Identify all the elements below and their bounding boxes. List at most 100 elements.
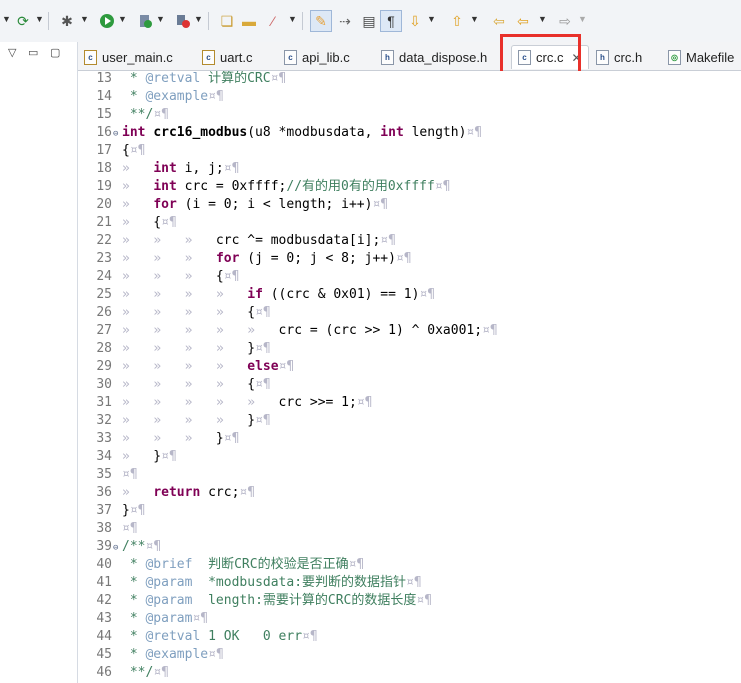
code-text: * @param length:需要计算的CRC的数据长度¤¶ [122, 593, 433, 608]
up-arrow-icon[interactable]: ⇧ [446, 10, 468, 32]
code-line[interactable]: 21 » {¤¶ [78, 214, 741, 232]
line-number: 40 [96, 557, 112, 572]
fold-toggle-icon[interactable]: ⊖ [113, 539, 118, 557]
back-icon[interactable]: ⇦ [512, 10, 534, 32]
play-icon[interactable] [96, 10, 118, 32]
code-line[interactable]: 42 * @param length:需要计算的CRC的数据长度¤¶ [78, 592, 741, 610]
show-whitespace-icon[interactable]: ¶ [380, 10, 402, 32]
line-number: 24 [96, 269, 112, 284]
code-text: » {¤¶ [122, 215, 177, 230]
tab-uart-c[interactable]: c uart.c [202, 45, 253, 69]
code-text: » » » » » crc = (crc >> 1) ^ 0xa001;¤¶ [122, 323, 498, 338]
tab-makefile[interactable]: ◎ Makefile [668, 45, 734, 69]
code-text: » » » » » crc >>= 1;¤¶ [122, 395, 373, 410]
open-folder-icon[interactable]: ❏ [216, 10, 238, 32]
toolbar-separator [208, 12, 209, 30]
tab-api-lib-c[interactable]: c api_lib.c [284, 45, 350, 69]
code-line[interactable]: 31 » » » » » crc >>= 1;¤¶ [78, 394, 741, 412]
h-file-icon: h [381, 49, 394, 65]
down-arrow-icon[interactable]: ⇩ [404, 10, 426, 32]
code-line[interactable]: 25 » » » » if ((crc & 0x01) == 1)¤¶ [78, 286, 741, 304]
fold-toggle-icon[interactable]: ⊖ [113, 125, 118, 143]
code-line[interactable]: 24 » » » {¤¶ [78, 268, 741, 286]
code-text: » » » for (j = 0; j < 8; j++)¤¶ [122, 251, 412, 266]
code-line[interactable]: 40 * @brief 判断CRC的校验是否正确¤¶ [78, 556, 741, 574]
code-line[interactable]: 20 » for (i = 0; i < length; i++)¤¶ [78, 196, 741, 214]
view-menu-icon[interactable]: ▽ [8, 46, 16, 59]
code-line[interactable]: 32 » » » » }¤¶ [78, 412, 741, 430]
line-number: 19 [96, 179, 112, 194]
code-line[interactable]: 46 **/¤¶ [78, 664, 741, 682]
code-line[interactable]: 35 ¤¶ [78, 466, 741, 484]
code-line[interactable]: 18 » int i, j;¤¶ [78, 160, 741, 178]
line-number: 20 [96, 197, 112, 212]
code-line[interactable]: 37}¤¶ [78, 502, 741, 520]
tab-label: Makefile [686, 49, 735, 65]
code-line[interactable]: 39 ⊖ /**¤¶ [78, 538, 741, 556]
tab-label: data_dispose.h [399, 49, 488, 65]
tab-data-dispose-h[interactable]: h data_dispose.h [381, 45, 487, 69]
line-number: 38 [96, 521, 112, 536]
chevron-down-icon[interactable]: ▼ [470, 14, 479, 24]
code-line[interactable]: 45 * @example¤¶ [78, 646, 741, 664]
code-line[interactable]: 28 » » » » }¤¶ [78, 340, 741, 358]
code-line[interactable]: 29 » » » » else¤¶ [78, 358, 741, 376]
code-line[interactable]: 33 » » » }¤¶ [78, 430, 741, 448]
code-line[interactable]: 43 * @param¤¶ [78, 610, 741, 628]
code-line[interactable]: 19 » int crc = 0xffff;//有的用0有的用0xffff¤¶ [78, 178, 741, 196]
code-text: » » » » {¤¶ [122, 377, 271, 392]
line-number: 36 [96, 485, 112, 500]
gear-icon[interactable]: ✱ [56, 10, 78, 32]
chevron-down-icon[interactable]: ▼ [156, 14, 165, 24]
forward-disabled-icon[interactable]: ⇨ [554, 10, 576, 32]
pen-icon[interactable]: ✎ [310, 10, 332, 32]
code-line[interactable]: 13 * @retval 计算的CRC¤¶ [78, 71, 741, 88]
code-text: » » » » }¤¶ [122, 413, 271, 428]
line-number: 34 [96, 449, 112, 464]
maximize-icon[interactable]: ▢ [50, 46, 60, 59]
code-line[interactable]: 38 ¤¶ [78, 520, 741, 538]
chevron-down-icon[interactable]: ▼ [35, 14, 44, 24]
code-line[interactable]: 44 * @retval 1 OK 0 err¤¶ [78, 628, 741, 646]
block-select-icon[interactable]: ▤ [358, 10, 380, 32]
external-tools-icon[interactable] [172, 10, 194, 32]
debug-run-icon[interactable]: ⟳ [12, 10, 34, 32]
chevron-down-icon[interactable]: ▼ [538, 14, 547, 24]
line-number: 37 [96, 503, 112, 518]
chevron-down-icon[interactable]: ▼ [578, 14, 587, 24]
chevron-down-icon[interactable]: ▼ [118, 14, 127, 24]
chevron-down-icon[interactable]: ▼ [2, 14, 11, 24]
code-line[interactable]: 41 * @param *modbusdata:要判断的数据指针¤¶ [78, 574, 741, 592]
folder-icon[interactable]: ▬ [238, 10, 260, 32]
line-number: 27 [96, 323, 112, 338]
tab-user-main-c[interactable]: c user_main.c [84, 45, 173, 69]
wand-icon[interactable]: ⁄ [262, 10, 284, 32]
chevron-down-icon[interactable]: ▼ [80, 14, 89, 24]
code-text: {¤¶ [122, 143, 146, 158]
code-text: * @retval 1 OK 0 err¤¶ [122, 629, 318, 644]
line-number: 31 [96, 395, 112, 410]
chevron-down-icon[interactable]: ▼ [427, 14, 436, 24]
code-text: * @param *modbusdata:要判断的数据指针¤¶ [122, 575, 422, 590]
code-line[interactable]: 15 **/¤¶ [78, 106, 741, 124]
minimize-icon[interactable]: ▭ [28, 46, 38, 59]
code-line[interactable]: 23 » » » for (j = 0; j < 8; j++)¤¶ [78, 250, 741, 268]
code-line[interactable]: 14 * @example¤¶ [78, 88, 741, 106]
code-line[interactable]: 16 ⊖ int crc16_modbus(u8 *modbusdata, int … [78, 124, 741, 142]
chevron-down-icon[interactable]: ▼ [288, 14, 297, 24]
back-icon[interactable]: ⇦ [488, 10, 510, 32]
tab-crc-h[interactable]: h crc.h [596, 45, 642, 69]
code-line[interactable]: 26 » » » » {¤¶ [78, 304, 741, 322]
code-line[interactable]: 36 » return crc;¤¶ [78, 484, 741, 502]
next-annotation-icon[interactable]: ⇢ [334, 10, 356, 32]
code-text: » » » » if ((crc & 0x01) == 1)¤¶ [122, 287, 436, 302]
code-editor[interactable]: 13 * @retval 计算的CRC¤¶ 14 * @example¤¶ 15 *… [78, 71, 741, 683]
code-line[interactable]: 17 {¤¶ [78, 142, 741, 160]
code-line[interactable]: 34 » }¤¶ [78, 448, 741, 466]
debug-icon[interactable] [134, 10, 156, 32]
code-line[interactable]: 30 » » » » {¤¶ [78, 376, 741, 394]
code-line[interactable]: 22 » » » crc ^= modbusdata[i];¤¶ [78, 232, 741, 250]
code-line[interactable]: 27 » » » » » crc = (crc >> 1) ^ 0xa001;¤¶ [78, 322, 741, 340]
line-number: 21 [96, 215, 112, 230]
chevron-down-icon[interactable]: ▼ [194, 14, 203, 24]
